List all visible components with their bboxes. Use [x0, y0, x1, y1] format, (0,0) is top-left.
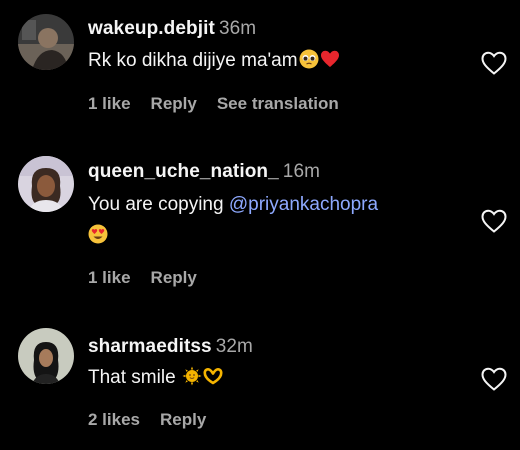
sun-with-face-icon	[182, 366, 202, 386]
reply-button[interactable]: Reply	[160, 410, 206, 429]
like-heart-icon[interactable]	[480, 366, 508, 392]
comment-username[interactable]: sharmaeditss 32m	[88, 336, 253, 358]
heart-hands-icon	[203, 368, 223, 385]
likes-count[interactable]: 2 likes	[88, 410, 140, 429]
avatar[interactable]	[18, 328, 74, 384]
comment-timestamp: 32m	[215, 336, 253, 357]
comment-item: sharmaeditss 32m That smile 2 likes Reply	[0, 0, 520, 450]
comment-actions: 2 likes Reply	[88, 410, 226, 430]
comment-text: That smile	[88, 364, 223, 391]
